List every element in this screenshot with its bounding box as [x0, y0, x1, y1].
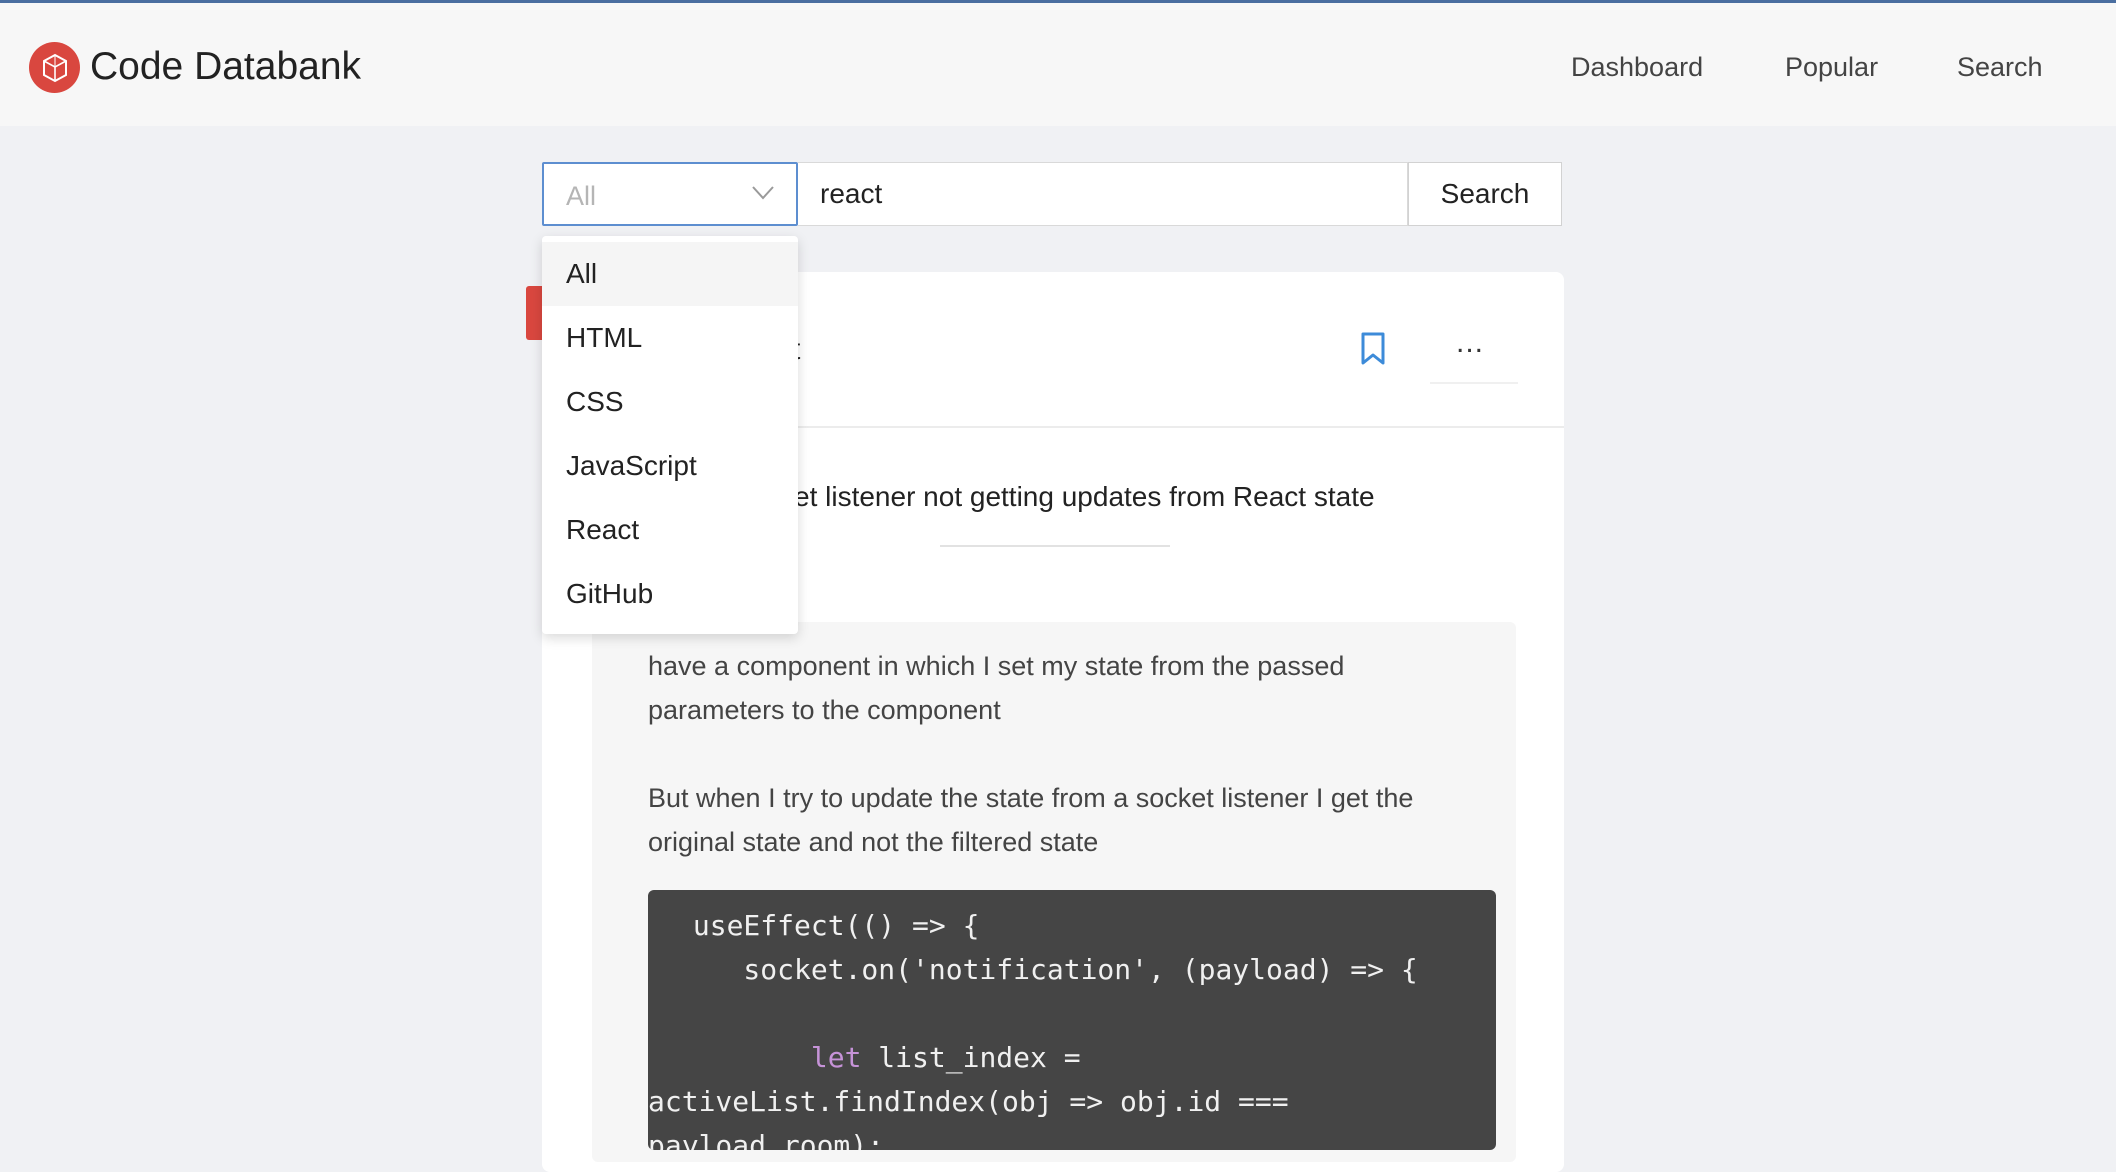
chevron-down-icon: [752, 186, 774, 205]
dropdown-option-github[interactable]: GitHub: [542, 562, 798, 626]
code-snippet: useEffect(() => { socket.on('notificatio…: [648, 890, 1496, 1150]
more-options-underline: [1430, 382, 1518, 384]
category-select[interactable]: All: [542, 162, 798, 226]
code-line: activeList.findIndex(obj => obj.id ===: [648, 1085, 1289, 1118]
code-line: payload.room);: [648, 1129, 885, 1150]
post-title[interactable]: et listener not getting updates from Rea…: [794, 479, 1375, 515]
bookmark-icon[interactable]: [1360, 332, 1386, 371]
dropdown-option-javascript[interactable]: JavaScript: [542, 434, 798, 498]
dropdown-option-react[interactable]: React: [542, 498, 798, 562]
code-line: socket.on('notification', (payload) => {: [676, 953, 1418, 986]
dropdown-option-html[interactable]: HTML: [542, 306, 798, 370]
nav-link-search[interactable]: Search: [1957, 49, 2043, 85]
title-divider: [940, 545, 1170, 547]
brand-title[interactable]: Code Databank: [90, 41, 361, 93]
question-paragraph: But when I try to update the state from …: [648, 783, 1414, 857]
dropdown-option-css[interactable]: CSS: [542, 370, 798, 434]
logo-icon[interactable]: [29, 42, 80, 93]
search-input[interactable]: [798, 162, 1408, 226]
code-line: useEffect(() => {: [676, 909, 980, 942]
question-paragraph: have a component in which I set my state…: [648, 651, 1345, 725]
code-keyword: let: [810, 1041, 862, 1074]
category-select-value: All: [566, 181, 597, 211]
search-button[interactable]: Search: [1408, 162, 1562, 226]
nav-link-dashboard[interactable]: Dashboard: [1571, 49, 1703, 85]
code-line: let list_index =: [810, 1041, 1081, 1074]
more-options-button[interactable]: ...: [1456, 328, 1484, 358]
category-dropdown-menu: All HTML CSS JavaScript React GitHub: [542, 236, 798, 634]
navbar: Code Databank Dashboard Popular Search: [0, 3, 2116, 126]
nav-link-popular[interactable]: Popular: [1785, 49, 1878, 85]
dropdown-option-all[interactable]: All: [542, 242, 798, 306]
search-bar: All Search: [542, 162, 1562, 226]
